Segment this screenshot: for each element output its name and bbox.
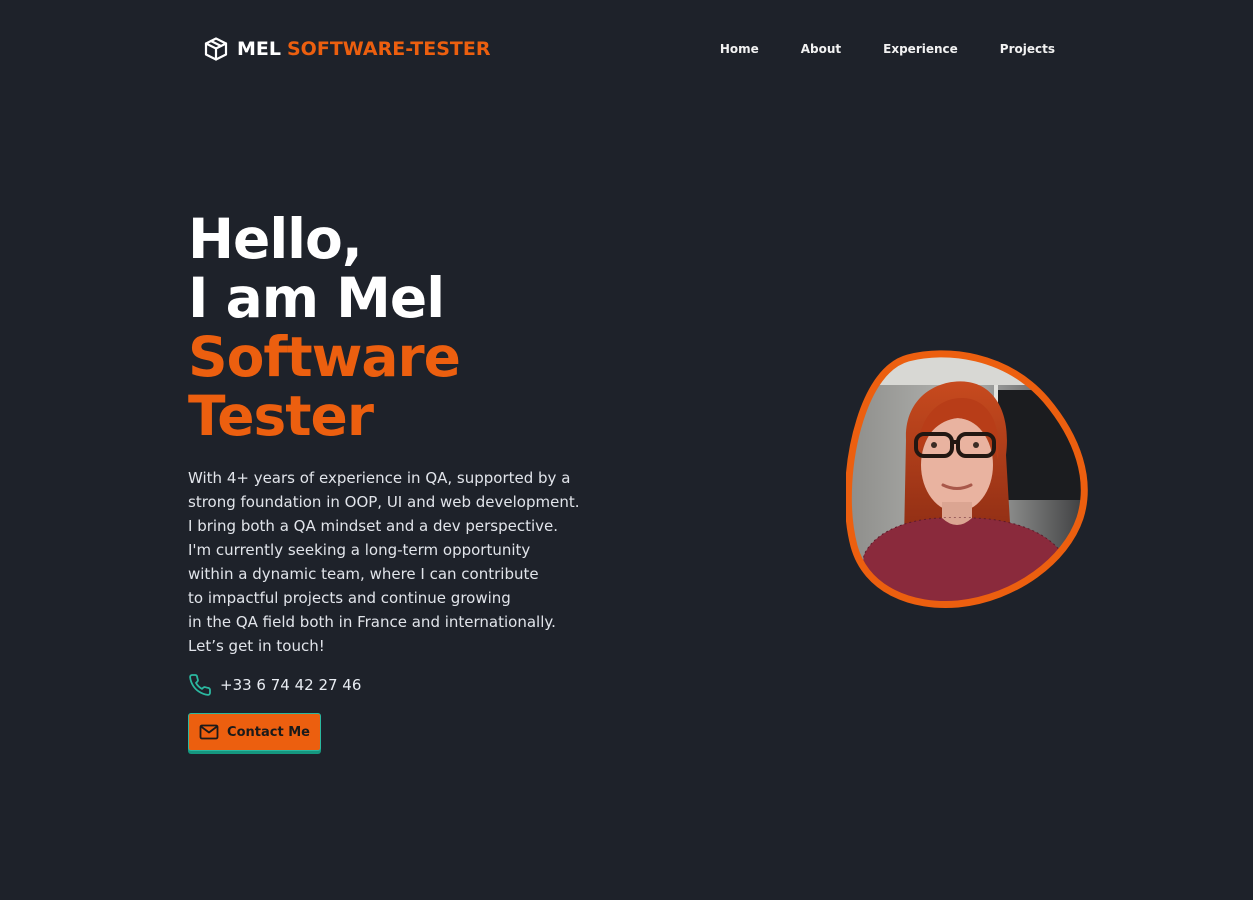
description-line: in the QA field both in France and inter… bbox=[188, 613, 556, 631]
mail-icon bbox=[199, 724, 219, 740]
hero-role-line1: Software bbox=[188, 325, 461, 389]
description-line: within a dynamic team, where I can contr… bbox=[188, 565, 539, 583]
brand-name: MEL bbox=[237, 38, 281, 60]
description-line: to impactful projects and continue growi… bbox=[188, 589, 511, 607]
brand-logo[interactable]: MEL SOFTWARE-TESTER bbox=[203, 36, 490, 62]
phone-number: +33 6 74 42 27 46 bbox=[220, 676, 362, 694]
hero-greeting: Hello, bbox=[188, 207, 363, 271]
hero-intro: I am Mel bbox=[188, 266, 445, 330]
hero-role-line2: Tester bbox=[188, 384, 374, 448]
phone-icon bbox=[189, 674, 211, 696]
nav-projects[interactable]: Projects bbox=[1000, 42, 1055, 56]
page: MEL SOFTWARE-TESTER Home About Experienc… bbox=[0, 0, 1253, 900]
phone-contact[interactable]: +33 6 74 42 27 46 bbox=[188, 673, 361, 697]
profile-photo bbox=[846, 350, 1088, 609]
cube-icon bbox=[204, 37, 228, 61]
contact-me-label: Contact Me bbox=[227, 724, 310, 740]
hero-description: With 4+ years of experience in QA, suppo… bbox=[188, 466, 588, 658]
main-nav: Home About Experience Projects bbox=[678, 42, 1055, 56]
description-line: I'm currently seeking a long-term opport… bbox=[188, 541, 531, 559]
description-line: Let’s get in touch! bbox=[188, 637, 325, 655]
nav-about[interactable]: About bbox=[801, 42, 841, 56]
description-line: I bring both a QA mindset and a dev pers… bbox=[188, 517, 558, 535]
description-line: With 4+ years of experience in QA, suppo… bbox=[188, 469, 571, 487]
contact-me-button[interactable]: Contact Me bbox=[188, 713, 321, 751]
nav-home[interactable]: Home bbox=[720, 42, 759, 56]
brand-subtitle: SOFTWARE-TESTER bbox=[287, 38, 491, 60]
nav-experience[interactable]: Experience bbox=[883, 42, 958, 56]
description-line: strong foundation in OOP, UI and web dev… bbox=[188, 493, 580, 511]
site-header: MEL SOFTWARE-TESTER Home About Experienc… bbox=[0, 28, 1253, 72]
hero-title: Hello, I am Mel Software Tester bbox=[188, 207, 461, 448]
